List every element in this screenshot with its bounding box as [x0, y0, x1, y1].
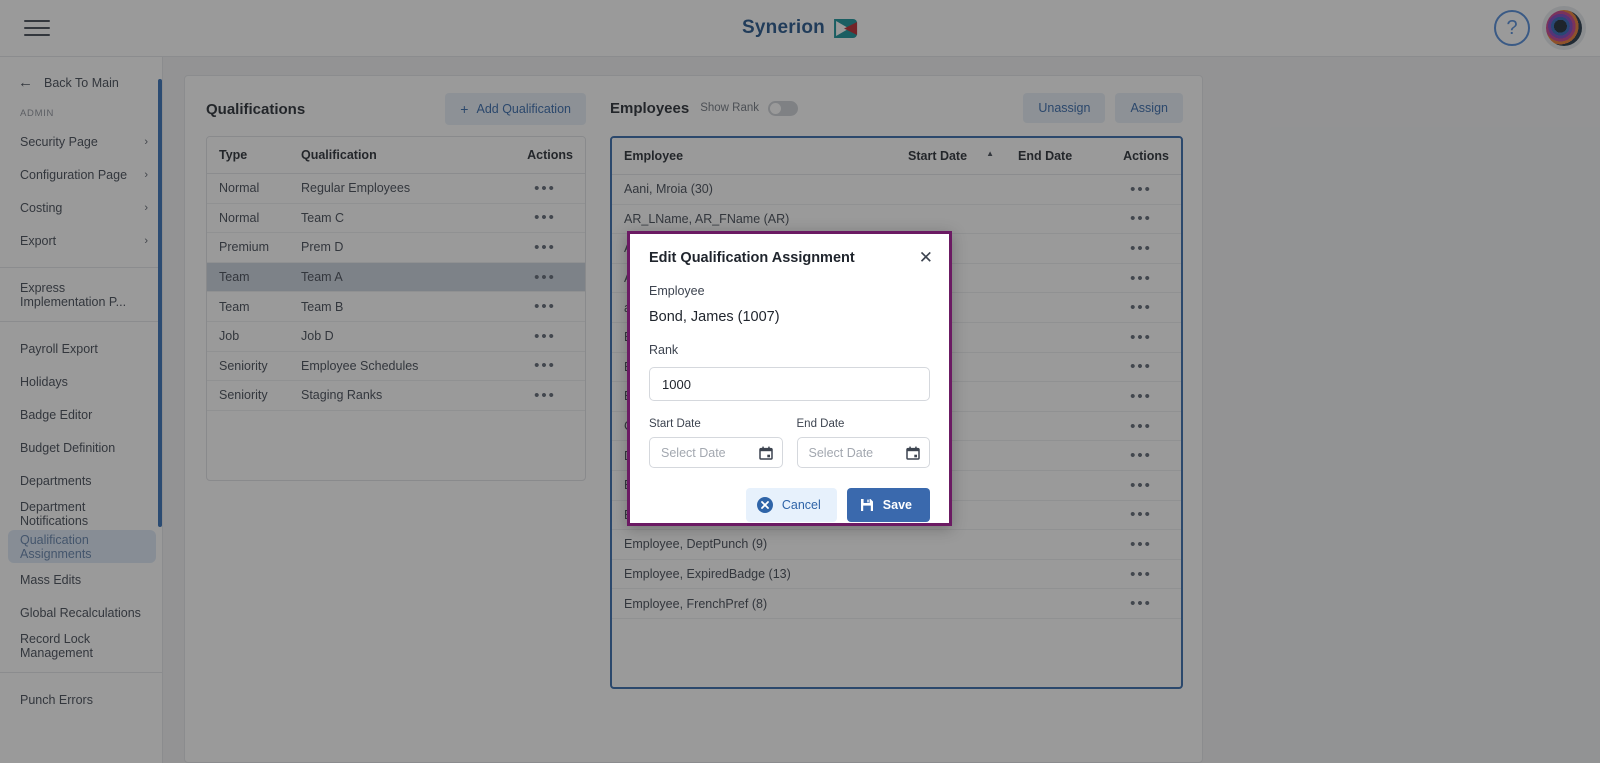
- employee-field-label: Employee: [649, 284, 705, 298]
- calendar-icon[interactable]: [906, 446, 920, 460]
- calendar-icon[interactable]: [758, 446, 773, 460]
- dialog-actions: Cancel Save: [649, 488, 930, 522]
- x-circle-icon: [756, 497, 773, 513]
- start-date-input[interactable]: [661, 445, 759, 460]
- end-date-input[interactable]: [808, 445, 906, 460]
- close-icon[interactable]: ✕: [919, 249, 933, 266]
- start-date-label: Start Date: [649, 418, 701, 430]
- rank-input[interactable]: [649, 367, 930, 401]
- cancel-button[interactable]: Cancel: [745, 488, 837, 522]
- dialog-title: Edit Qualification Assignment: [649, 250, 855, 266]
- date-fields: Start Date Select Date End Date Select D…: [649, 418, 930, 468]
- end-date-field[interactable]: [796, 437, 930, 468]
- start-date-field[interactable]: [649, 437, 783, 468]
- save-button[interactable]: Save: [846, 488, 930, 522]
- edit-qualification-assignment-dialog: Edit Qualification Assignment ✕ Employee…: [627, 231, 952, 526]
- application-root: Synerion ? ← Back To Main ADMIN Security…: [0, 0, 1600, 763]
- end-date-label: End Date: [796, 418, 845, 430]
- cancel-label: Cancel: [781, 498, 821, 512]
- save-label: Save: [882, 498, 912, 512]
- save-icon: [860, 498, 874, 512]
- rank-field-label: Rank: [649, 343, 679, 357]
- employee-field-value: Bond, James (1007): [649, 309, 780, 325]
